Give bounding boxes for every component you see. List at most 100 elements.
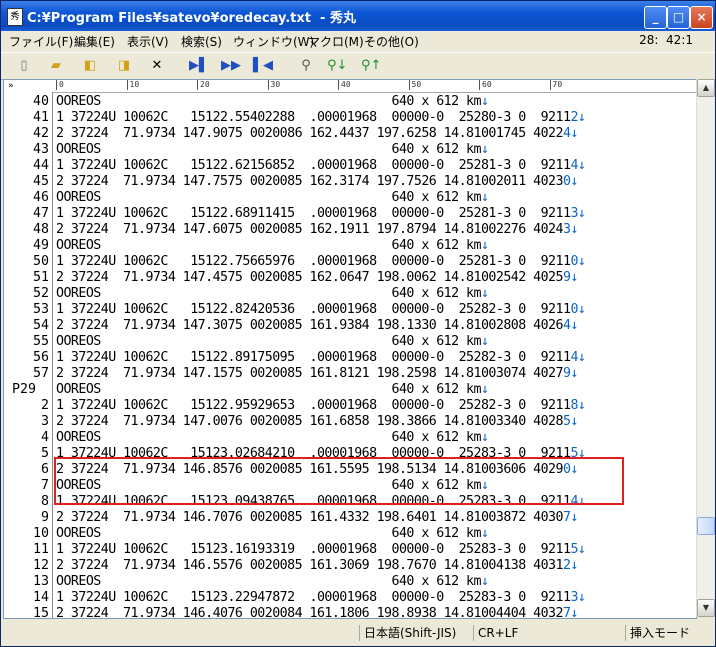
insert-mode-status[interactable]: 挿入モード — [625, 625, 710, 641]
minimize-button[interactable]: _ — [644, 6, 667, 29]
text-line[interactable]: 10 OOREOS 640 x 612 km↓ — [4, 526, 696, 542]
line-number: 54 — [32, 318, 49, 333]
line-text: OOREOS 640 x 612 km↓ — [56, 94, 489, 110]
text-line[interactable]: 56 1 37224U 10062C 15122.89175095 .000019… — [4, 350, 696, 366]
search-up-icon[interactable]: ⚲↑ — [361, 57, 381, 74]
line-suffix: 5↓ — [570, 542, 586, 557]
menu-edit[interactable]: 編集(E) — [74, 33, 115, 50]
status-bar: 日本語(Shift-JIS) CR+LF 挿入モード — [1, 621, 715, 646]
text-line[interactable]: 53 1 37224U 10062C 15122.82420536 .000019… — [4, 302, 696, 318]
close-button[interactable]: × — [690, 6, 713, 29]
ruler-tick — [126, 80, 128, 90]
title-bar[interactable]: 秀 C:¥Program Files¥satevo¥oredecay.txt -… — [1, 1, 715, 31]
line-content: OOREOS 640 x 612 km — [56, 526, 482, 541]
text-editor[interactable]: » 0 10 20 30 40 50 60 70 40 OOREOS 640 x 612 km↓… — [3, 79, 697, 619]
line-text: 2 37224 71.9734 147.3075 0020085 161.938… — [56, 318, 578, 334]
text-line[interactable]: 11 1 37224U 10062C 15123.16193319 .000019… — [4, 542, 696, 558]
menu-file[interactable]: ファイル(F) — [9, 33, 73, 50]
text-line[interactable]: 43 OOREOS 640 x 612 km↓ — [4, 142, 696, 158]
line-text: 1 37224U 10062C 15122.95929653 .00001968… — [56, 398, 586, 414]
document-icon[interactable]: 秀 — [7, 8, 23, 26]
text-line[interactable]: 54 2 37224 71.9734 147.3075 0020085 161.9… — [4, 318, 696, 334]
line-text: OOREOS 640 x 612 km↓ — [56, 142, 489, 158]
line-number: 9 — [40, 510, 49, 525]
text-line[interactable]: 44 1 37224U 10062C 15122.62156852 .000019… — [4, 158, 696, 174]
folder-forward-icon[interactable]: ◨ — [115, 57, 133, 74]
scroll-up-button[interactable]: ▲ — [697, 79, 715, 97]
text-line[interactable]: 55 OOREOS 640 x 612 km↓ — [4, 334, 696, 350]
line-number: 46 — [32, 190, 49, 205]
text-line[interactable]: 13 OOREOS 640 x 612 km↓ — [4, 574, 696, 590]
line-content: OOREOS 640 x 612 km — [56, 430, 482, 445]
ruler-tick — [338, 80, 339, 90]
menu-window[interactable]: ウィンドウ(W) — [233, 33, 314, 50]
line-suffix: 9↓ — [562, 270, 578, 285]
line-content: OOREOS 640 x 612 km — [56, 94, 482, 109]
line-content: 2 37224 71.9734 147.7575 0020085 162.317… — [56, 174, 564, 189]
line-text: 2 37224 71.9734 146.4076 0020084 161.180… — [56, 606, 578, 618]
text-line[interactable]: 40 OOREOS 640 x 612 km↓ — [4, 94, 696, 110]
encoding-status[interactable]: 日本語(Shift-JIS) — [359, 625, 472, 641]
text-line[interactable]: 15 2 37224 71.9734 146.4076 0020084 161.1… — [4, 606, 696, 619]
text-line[interactable]: 45 2 37224 71.9734 147.7575 0020085 162.3… — [4, 174, 696, 190]
line-number: 40 — [32, 94, 49, 109]
line-suffix: 0↓ — [570, 254, 586, 269]
line-text: 1 37224U 10062C 15122.62156852 .00001968… — [56, 158, 586, 174]
new-file-icon[interactable]: ▯ — [15, 57, 33, 74]
text-line[interactable]: 41 1 37224U 10062C 15122.55402288 .000019… — [4, 110, 696, 126]
maximize-button[interactable]: □ — [667, 6, 690, 29]
scroll-thumb[interactable] — [697, 517, 715, 535]
text-line[interactable]: 57 2 37224 71.9734 147.1575 0020085 161.8… — [4, 366, 696, 382]
text-line[interactable]: 4 OOREOS 640 x 612 km↓ — [4, 430, 696, 446]
line-ending-status[interactable]: CR+LF — [473, 625, 538, 641]
line-number: 12 — [32, 558, 49, 573]
text-line[interactable]: 52 OOREOS 640 x 612 km↓ — [4, 286, 696, 302]
open-folder-icon[interactable]: ▰ — [47, 57, 65, 74]
line-number: 49 — [32, 238, 49, 253]
text-line[interactable]: P29 OOREOS 640 x 612 km↓ — [4, 382, 696, 398]
editor-window: 秀 C:¥Program Files¥satevo¥oredecay.txt -… — [0, 0, 716, 647]
line-text: 1 37224U 10062C 15122.68911415 .00001968… — [56, 206, 586, 222]
text-line[interactable]: 42 2 37224 71.9734 147.9075 0020086 162.4… — [4, 126, 696, 142]
ruler-number: 40 — [341, 80, 351, 89]
ruler-number: 0 — [59, 80, 64, 89]
line-suffix: 3↓ — [570, 206, 586, 221]
menu-search[interactable]: 検索(S) — [181, 33, 222, 50]
text-line[interactable]: 51 2 37224 71.9734 147.4575 0020085 162.0… — [4, 270, 696, 286]
close-x-icon[interactable]: ✕ — [148, 57, 166, 74]
text-line[interactable]: 48 2 37224 71.9734 147.6075 0020085 162.1… — [4, 222, 696, 238]
text-line[interactable]: 3 2 37224 71.9734 147.0076 0020085 161.68… — [4, 414, 696, 430]
line-number: 15 — [32, 606, 49, 619]
line-number: 43 — [32, 142, 49, 157]
jump-icon[interactable]: ▶▌ — [189, 57, 209, 74]
text-line[interactable]: 46 OOREOS 640 x 612 km↓ — [4, 190, 696, 206]
line-text: OOREOS 640 x 612 km↓ — [56, 238, 489, 254]
text-line[interactable]: 50 1 37224U 10062C 15122.75665976 .000019… — [4, 254, 696, 270]
menu-view[interactable]: 表示(V) — [127, 33, 169, 50]
line-content: OOREOS 640 x 612 km — [56, 382, 482, 397]
text-line[interactable]: 12 2 37224 71.9734 146.5576 0020085 161.3… — [4, 558, 696, 574]
scroll-down-button[interactable]: ▼ — [697, 599, 715, 617]
text-line[interactable]: 2 1 37224U 10062C 15122.95929653 .0000196… — [4, 398, 696, 414]
line-text: 2 37224 71.9734 147.4575 0020085 162.064… — [56, 270, 578, 286]
line-number: 42 — [32, 126, 49, 141]
text-line[interactable]: 47 1 37224U 10062C 15122.68911415 .000019… — [4, 206, 696, 222]
search-icon[interactable]: ⚲ — [297, 57, 315, 74]
ruler-number: 70 — [552, 80, 563, 89]
search-down-icon[interactable]: ⚲↓ — [327, 57, 347, 74]
line-content: 2 37224 71.9734 147.4575 0020085 162.064… — [56, 270, 564, 285]
line-suffix: ↓ — [480, 574, 489, 589]
line-text: 1 37224U 10062C 15122.75665976 .00001968… — [56, 254, 586, 270]
jump-all-icon[interactable]: ▶▶ — [221, 57, 241, 74]
line-content: OOREOS 640 x 612 km — [56, 334, 482, 349]
text-line[interactable]: 9 2 37224 71.9734 146.7076 0020085 161.43… — [4, 510, 696, 526]
menu-other[interactable]: その他(O) — [364, 33, 419, 50]
jump-back-icon[interactable]: ▌◀ — [253, 57, 273, 74]
folder-back-icon[interactable]: ◧ — [81, 57, 99, 74]
menu-macro[interactable]: マクロ(M) — [308, 33, 364, 50]
text-line[interactable]: 49 OOREOS 640 x 612 km↓ — [4, 238, 696, 254]
vertical-scrollbar[interactable]: ▲ ▼ — [696, 79, 715, 617]
ruler-number: 50 — [411, 80, 422, 89]
text-line[interactable]: 14 1 37224U 10062C 15123.22947872 .000019… — [4, 590, 696, 606]
ruler: » 0 10 20 30 40 50 60 70 — [4, 80, 696, 93]
